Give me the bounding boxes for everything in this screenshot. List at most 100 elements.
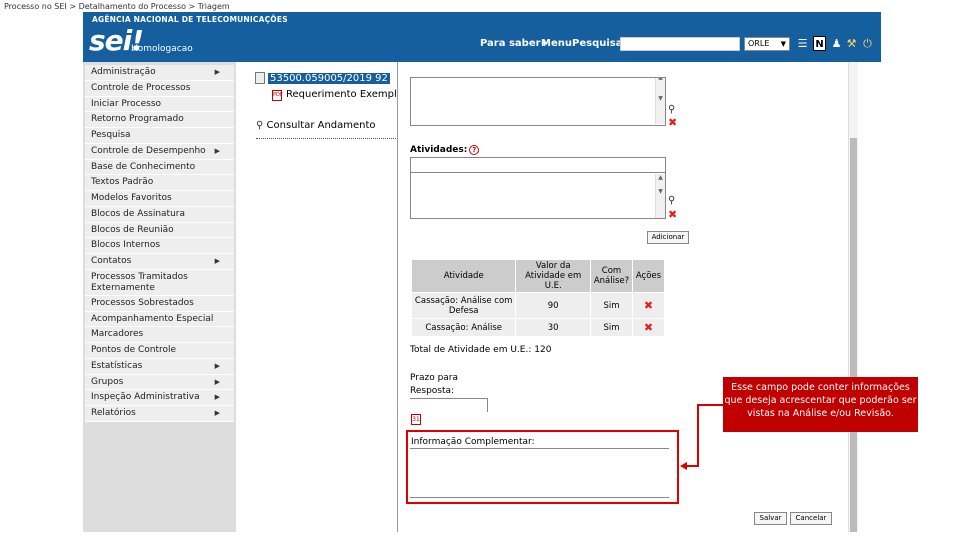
sidebar-item[interactable]: Controle de Desempenho ▶ <box>85 143 234 160</box>
sidebar-item[interactable]: Modelos Favoritos <box>85 191 234 207</box>
sidebar-item-label: Blocos de Assinatura <box>91 208 185 219</box>
sidebar-item-label: Administração <box>91 67 156 77</box>
consultar-andamento-link[interactable]: ⚲ Consultar Andamento <box>256 120 376 131</box>
sidebar-item-label: Relatórios <box>91 408 136 418</box>
prazo-label-2: Resposta: <box>410 386 455 396</box>
select-scrollbar[interactable]: ▲ ▼ <box>655 174 665 218</box>
exit-icon[interactable]: ⏻ <box>861 36 874 51</box>
sidebar-item-label: Controle de Desempenho <box>91 145 206 156</box>
sidebar-item-label: Pesquisa <box>91 130 131 140</box>
menu-list-icon[interactable]: ☰ <box>796 36 809 51</box>
delete-icon[interactable]: ✖ <box>631 292 666 319</box>
arrow-head <box>680 462 687 470</box>
arrow-line <box>697 404 699 467</box>
sidebar-item-label: Inspeção Administrativa <box>91 392 200 403</box>
sidebar-item-label: Estatísticas <box>91 360 143 371</box>
delete-icon[interactable]: ✖ <box>631 318 666 337</box>
breadcrumb: Processo no SEI > Detalhamento do Proces… <box>4 2 230 11</box>
sidebar-item[interactable]: Controle de Processos <box>85 80 234 97</box>
search-icon[interactable]: ⚲ <box>668 195 675 206</box>
save-button[interactable]: Salvar <box>754 512 787 525</box>
sidebar-item-label: Acompanhamento Especial <box>91 313 214 324</box>
user-icon[interactable]: ♟ <box>830 36 843 51</box>
sidebar-item[interactable]: Textos Padrão <box>85 175 234 191</box>
adicionar-button[interactable]: Adicionar <box>647 231 689 244</box>
sidebar-item[interactable]: Processos Sobrestados <box>85 295 234 312</box>
header-bar: AGÊNCIA NACIONAL DE TELECOMUNICAÇÕES sei… <box>83 12 881 62</box>
arrow-line <box>697 404 723 406</box>
sidebar-item[interactable]: Marcadores <box>85 327 234 343</box>
sidebar-item-label: Processos Sobrestados <box>91 297 194 308</box>
activity-cell: Cassação: Análise com Defesa <box>410 292 517 319</box>
process-number[interactable]: 53500.059005/2019 92 <box>268 73 390 84</box>
total-label: Total de Atividade em U.E.: 120 <box>410 345 552 355</box>
sidebar-menu: Administração ▶ Controle de Processos Inici… <box>85 65 234 422</box>
divider <box>256 138 396 139</box>
menu-link[interactable]: Menu <box>541 38 572 49</box>
sidebar-item[interactable]: Grupos ▶ <box>85 374 234 391</box>
pesquisa-label: Pesquisa <box>572 38 623 49</box>
sidebar-item-label: Base de Conhecimento <box>91 161 196 172</box>
process-icon <box>255 72 265 84</box>
search-input[interactable] <box>620 37 740 51</box>
sidebar-item[interactable]: Processos Tramitados Externamente <box>85 269 234 296</box>
sidebar-item-label: Marcadores <box>91 329 144 340</box>
chevron-right-icon: ▶ <box>214 361 220 370</box>
sidebar-item[interactable]: Inspeção Administrativa ▶ <box>85 390 234 406</box>
sidebar-item-label: Blocos Internos <box>91 240 161 251</box>
chevron-right-icon: ▶ <box>214 257 220 265</box>
chevron-right-icon: ▶ <box>214 393 220 402</box>
agency-name: AGÊNCIA NACIONAL DE TELECOMUNICAÇÕES <box>92 15 288 24</box>
sidebar-item[interactable]: Pontos de Controle <box>85 343 234 359</box>
textarea-scrollbar[interactable]: ▲▼ <box>655 74 665 124</box>
sidebar-item[interactable]: Pesquisa <box>85 128 234 144</box>
value-cell: 90 <box>515 292 592 319</box>
document-label: Requerimento Exempl <box>286 89 397 100</box>
sidebar-item[interactable]: Blocos de Assinatura <box>85 206 234 223</box>
sidebar-item[interactable]: Base de Conhecimento <box>85 159 234 176</box>
unit-select[interactable]: ORLE ▼ <box>744 37 790 51</box>
column-header: Valor da Atividade em U.E. <box>515 259 592 293</box>
notification-icon[interactable]: N <box>813 36 826 51</box>
prazo-label-1: Prazo para <box>410 373 459 383</box>
sidebar-item-label: Iniciar Processo <box>91 98 162 109</box>
sidebar-item-label: Retorno Programado <box>91 114 184 125</box>
sidebar-item[interactable]: Retorno Programado <box>85 112 234 128</box>
chevron-right-icon: ▶ <box>214 146 220 155</box>
tools-icon[interactable]: ⚒ <box>845 36 858 51</box>
sidebar-item[interactable]: Blocos de Reunião <box>85 222 234 239</box>
atividades-label: Atividades:? <box>410 145 480 155</box>
select-divider <box>410 157 666 173</box>
activity-cell: Cassação: Análise <box>410 318 517 337</box>
chevron-right-icon: ▶ <box>214 68 220 76</box>
consultar-label: Consultar Andamento <box>266 120 376 131</box>
delete-icon[interactable]: ✖ <box>668 116 677 129</box>
table-row: Cassação: Análise 30 Sim ✖ <box>410 318 666 337</box>
sidebar-item[interactable]: Acompanhamento Especial <box>85 311 234 328</box>
chevron-down-icon: ▼ <box>780 40 786 48</box>
textarea-top-line <box>410 62 666 78</box>
prazo-input[interactable] <box>410 398 488 412</box>
calendar-icon[interactable]: 31 <box>411 414 421 425</box>
sidebar-item[interactable]: Contatos ▶ <box>85 254 234 270</box>
sidebar-item-label: Grupos <box>91 376 124 387</box>
help-icon[interactable]: ? <box>469 145 480 155</box>
tree-document[interactable]: PDF Requerimento Exempl <box>272 89 397 101</box>
cancel-button[interactable]: Cancelar <box>790 512 832 525</box>
sidebar-item[interactable]: Iniciar Processo <box>85 96 234 113</box>
para-saber-link[interactable]: Para saber+ <box>480 38 549 49</box>
chevron-right-icon: ▶ <box>214 377 220 386</box>
pdf-icon: PDF <box>272 90 283 101</box>
sidebar-item[interactable]: Relatórios ▶ <box>85 406 234 422</box>
analysis-cell: Sim <box>590 292 633 319</box>
column-header: Ações <box>631 259 666 293</box>
sidebar-item[interactable]: Blocos Internos <box>85 238 234 254</box>
sidebar-item[interactable]: Estatísticas ▶ <box>85 358 234 375</box>
page-scrollbar[interactable] <box>848 62 858 532</box>
scrollbar-thumb[interactable] <box>850 138 857 532</box>
sidebar-item[interactable]: Administração ▶ <box>85 65 234 81</box>
process-tree: 53500.059005/2019 92 PDF Requerimento Ex… <box>236 62 398 532</box>
delete-icon[interactable]: ✖ <box>668 208 677 221</box>
search-icon[interactable]: ⚲ <box>668 104 675 115</box>
sidebar-item-label: Blocos de Reunião <box>91 224 174 235</box>
